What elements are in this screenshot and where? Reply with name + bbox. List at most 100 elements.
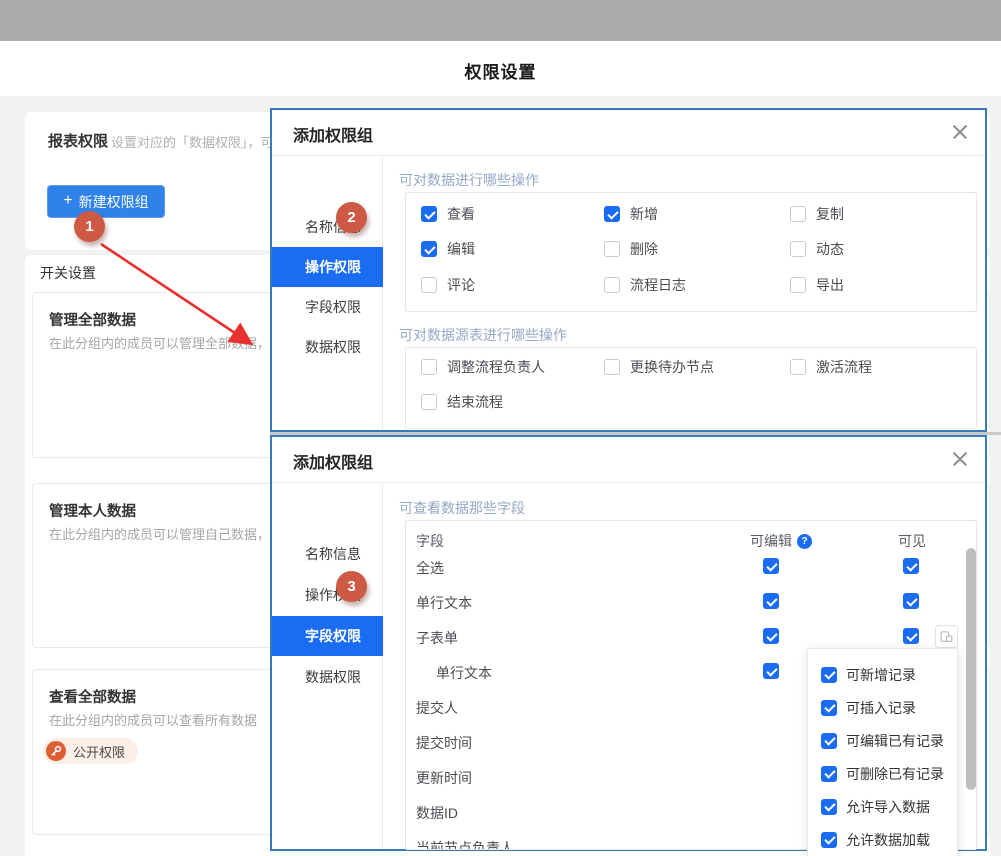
menu-item-label: 允许数据加载: [846, 830, 930, 850]
card-description: 在此分组内的成员可以管理自己数据，并拥: [49, 524, 296, 543]
field-label: 单行文本: [436, 663, 492, 683]
add-permission-group-modal-operation: 添加权限组 名称信息 操作权限 字段权限 数据权限 可对数据进行哪些操作 查看 …: [270, 108, 987, 432]
source-ops-heading: 可对数据源表进行哪些操作: [399, 325, 567, 345]
checkbox[interactable]: [821, 832, 837, 848]
checkbox[interactable]: [604, 359, 620, 375]
menu-item[interactable]: 允许数据加载: [808, 823, 957, 856]
checkbox-item[interactable]: 编辑: [421, 241, 475, 257]
tab-field-permission[interactable]: 字段权限: [272, 287, 383, 327]
checkbox-label: 评论: [447, 277, 475, 293]
checkbox-item[interactable]: 流程日志: [604, 277, 686, 293]
table-scrollbar-thumb[interactable]: [966, 548, 976, 790]
report-permission-subtitle: 设置对应的「数据权限」，可: [111, 132, 274, 151]
modal-header: 添加权限组: [272, 110, 985, 156]
visible-checkbox[interactable]: [903, 628, 919, 644]
column-editable-label: 可编辑: [750, 531, 792, 551]
checkbox[interactable]: [790, 277, 806, 293]
checkbox[interactable]: [790, 241, 806, 257]
step-badge-3: 3: [336, 571, 367, 602]
field-label: 提交人: [416, 698, 458, 718]
visible-checkbox[interactable]: [903, 558, 919, 574]
checkbox[interactable]: [821, 766, 837, 782]
checkbox[interactable]: [821, 667, 837, 683]
modal-header: 添加权限组: [272, 437, 985, 483]
checkbox-item[interactable]: 新增: [604, 206, 658, 222]
checkbox-item[interactable]: 导出: [790, 277, 844, 293]
checkbox[interactable]: [604, 241, 620, 257]
checkbox-item[interactable]: 激活流程: [790, 359, 872, 375]
tab-operation-permission[interactable]: 操作权限: [272, 575, 383, 615]
field-heading: 可查看数据那些字段: [399, 498, 525, 518]
field-label: 全选: [416, 558, 444, 578]
menu-item[interactable]: 可插入记录: [808, 691, 957, 724]
menu-item[interactable]: 允许导入数据: [808, 790, 957, 823]
checkbox-label: 删除: [630, 241, 658, 257]
checkbox[interactable]: [604, 277, 620, 293]
tab-field-permission[interactable]: 字段权限: [272, 616, 383, 656]
checkbox[interactable]: [604, 206, 620, 222]
field-label: 数据ID: [416, 803, 458, 823]
tab-data-permission[interactable]: 数据权限: [272, 657, 383, 697]
checkbox[interactable]: [821, 733, 837, 749]
menu-item[interactable]: 可新增记录: [808, 658, 957, 691]
checkbox[interactable]: [790, 359, 806, 375]
source-ops-box: 调整流程负责人 更换待办节点 激活流程 结束流程: [405, 347, 977, 429]
help-icon[interactable]: ?: [797, 534, 812, 549]
report-permission-title: 报表权限: [48, 130, 108, 151]
modal-title: 添加权限组: [293, 449, 373, 473]
checkbox-label: 新增: [630, 206, 658, 222]
checkbox-label: 复制: [816, 206, 844, 222]
page-header: 权限设置: [0, 41, 1001, 96]
checkbox-item[interactable]: 评论: [421, 277, 475, 293]
tab-data-permission[interactable]: 数据权限: [272, 327, 383, 367]
checkbox-item[interactable]: 结束流程: [421, 394, 503, 410]
data-ops-box: 查看 新增 复制 编辑 删除 动态 评论 流程日志 导出: [405, 192, 977, 312]
data-ops-heading: 可对数据进行哪些操作: [399, 170, 539, 190]
checkbox-label: 激活流程: [816, 359, 872, 375]
menu-item-label: 可删除已有记录: [846, 764, 944, 784]
close-icon[interactable]: [950, 122, 970, 142]
card-title: 查看全部数据: [49, 686, 136, 707]
checkbox[interactable]: [421, 241, 437, 257]
checkbox-item[interactable]: 删除: [604, 241, 658, 257]
modal-sidebar: 名称信息 操作权限 字段权限 数据权限: [272, 157, 383, 430]
checkbox[interactable]: [421, 277, 437, 293]
checkbox-item[interactable]: 复制: [790, 206, 844, 222]
new-permission-group-label: 新建权限组: [79, 192, 149, 212]
table-row: 单行文本: [406, 584, 976, 619]
column-field: 字段: [416, 531, 444, 551]
public-permission-badge: 公开权限: [43, 738, 138, 764]
subform-settings-icon[interactable]: [935, 625, 958, 648]
checkbox-label: 调整流程负责人: [447, 359, 545, 375]
editable-checkbox[interactable]: [763, 593, 779, 609]
menu-item-label: 可编辑已有记录: [846, 731, 944, 751]
checkbox-item[interactable]: 调整流程负责人: [421, 359, 545, 375]
close-icon[interactable]: [950, 449, 970, 469]
new-permission-group-button[interactable]: + 新建权限组: [47, 185, 165, 218]
menu-item[interactable]: 可删除已有记录: [808, 757, 957, 790]
card-description: 在此分组内的成员可以查看所有数据: [49, 710, 257, 729]
checkbox[interactable]: [790, 206, 806, 222]
checkbox[interactable]: [421, 359, 437, 375]
checkbox[interactable]: [821, 799, 837, 815]
key-icon: [46, 741, 66, 761]
checkbox[interactable]: [421, 206, 437, 222]
checkbox-label: 流程日志: [630, 277, 686, 293]
checkbox-item[interactable]: 动态: [790, 241, 844, 257]
menu-item[interactable]: 可编辑已有记录: [808, 724, 957, 757]
checkbox[interactable]: [421, 394, 437, 410]
step-badge-2: 2: [336, 202, 367, 233]
tab-operation-permission[interactable]: 操作权限: [272, 247, 383, 287]
checkbox[interactable]: [821, 700, 837, 716]
editable-checkbox[interactable]: [763, 663, 779, 679]
field-label: 更新时间: [416, 768, 472, 788]
card-description: 在此分组内的成员可以管理全部数据，并拥: [49, 333, 296, 352]
editable-checkbox[interactable]: [763, 628, 779, 644]
checkbox-item[interactable]: 查看: [421, 206, 475, 222]
modal-sidebar: 名称信息 操作权限 字段权限 数据权限: [272, 484, 383, 849]
tab-name-info[interactable]: 名称信息: [272, 534, 383, 574]
checkbox-item[interactable]: 更换待办节点: [604, 359, 714, 375]
editable-checkbox[interactable]: [763, 558, 779, 574]
visible-checkbox[interactable]: [903, 593, 919, 609]
step-badge-1: 1: [74, 211, 105, 242]
